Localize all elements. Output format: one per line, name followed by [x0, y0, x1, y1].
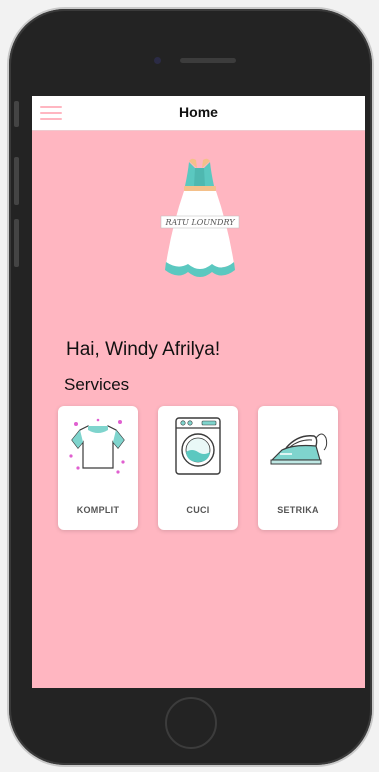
mute-switch: [14, 101, 19, 127]
iron-icon: [270, 433, 328, 465]
service-card-label: CUCI: [186, 505, 210, 515]
tshirt-icon: [69, 418, 125, 474]
service-card-komplit[interactable]: KOMPLIT: [58, 406, 138, 530]
volume-up-button: [14, 157, 19, 205]
washing-machine-icon: [175, 417, 221, 475]
top-app-bar: Home: [32, 96, 365, 131]
services-heading: Services: [64, 375, 130, 394]
logo-text: RATU LOUNDRY: [164, 218, 235, 227]
service-card-label: SETRIKA: [277, 505, 319, 515]
service-card-label: KOMPLIT: [76, 505, 120, 515]
dress-logo-icon: RATU LOUNDRY: [160, 158, 240, 277]
volume-down-button: [14, 219, 19, 267]
service-card-cuci[interactable]: CUCI: [158, 406, 238, 530]
service-card-setrika[interactable]: SETRIKA: [258, 406, 338, 530]
home-button[interactable]: [165, 697, 217, 749]
app-screen: Home RATU LOUNDRY Hai, Windy Afrilya! Se…: [32, 96, 365, 688]
page-title: Home: [179, 104, 218, 120]
greeting-text: Hai, Windy Afrilya!: [66, 339, 221, 360]
earpiece-speaker: [180, 58, 236, 63]
front-camera: [154, 57, 161, 64]
